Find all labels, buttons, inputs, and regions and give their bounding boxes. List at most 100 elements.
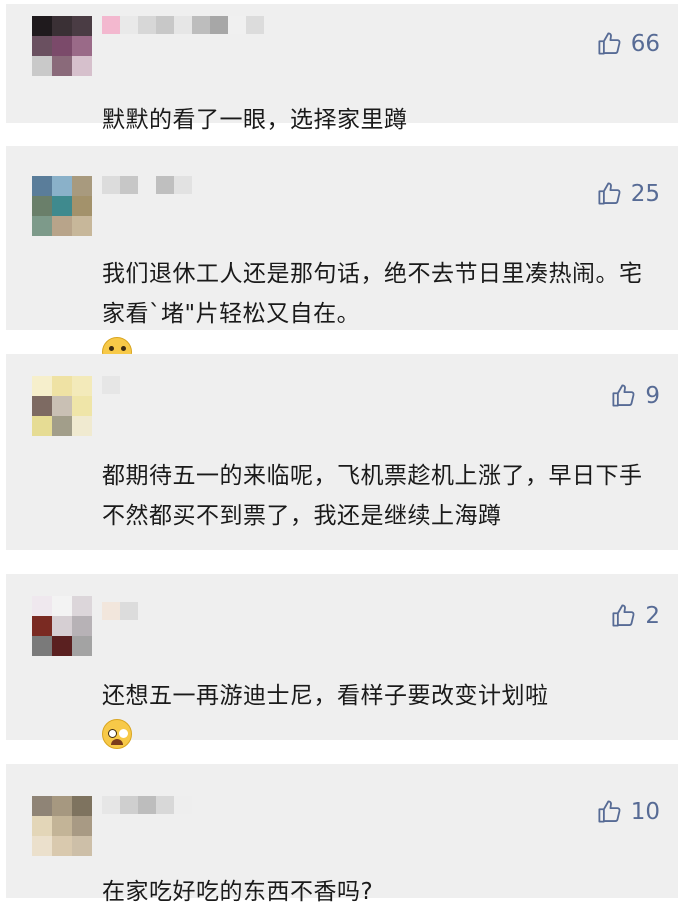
nickname-pixel: [138, 176, 156, 194]
avatar-pixel: [32, 816, 52, 836]
nickname-pixel: [228, 16, 246, 34]
avatar-pixel: [72, 376, 92, 396]
avatar-pixel: [32, 636, 52, 656]
comment-body: 都期待五一的来临呢，飞机票趁机上涨了，早日下手不然都买不到票了，我还是继续上海蹲: [102, 463, 643, 529]
avatar-pixel: [72, 56, 92, 76]
thumbs-up-icon: [612, 604, 635, 627]
avatar-pixel: [32, 836, 52, 856]
comment-text: 还想五一再游迪士尼，看样子要改变计划啦: [102, 636, 654, 756]
avatar-pixel: [52, 396, 72, 416]
comment-body: 在家吃好吃的东西不香吗?: [102, 879, 374, 905]
nickname-pixel: [156, 796, 174, 814]
avatar-pixel: [72, 636, 92, 656]
nickname-pixel: [156, 176, 174, 194]
thumbs-up-icon: [612, 384, 635, 407]
nickname-pixel: [246, 16, 264, 34]
comment-card: 66 默默的看了一眼，选择家里蹲: [6, 4, 678, 133]
avatar-pixel: [32, 416, 52, 436]
avatar-pixel: [72, 176, 92, 196]
like-button[interactable]: 9: [610, 382, 660, 409]
avatar[interactable]: [32, 596, 92, 656]
avatar-pixel: [72, 216, 92, 236]
avatar[interactable]: [32, 16, 92, 76]
nickname[interactable]: [102, 602, 138, 620]
avatar-pixel: [32, 216, 52, 236]
like-button[interactable]: 10: [596, 798, 660, 825]
avatar-pixel: [52, 836, 72, 856]
avatar-pixel: [52, 56, 72, 76]
avatar-pixel: [52, 196, 72, 216]
avatar-pixel: [52, 176, 72, 196]
avatar-pixel: [32, 396, 52, 416]
comment-card: 9 都期待五一的来临呢，飞机票趁机上涨了，早日下手不然都买不到票了，我还是继续上…: [6, 354, 678, 550]
avatar-pixel: [52, 596, 72, 616]
avatar[interactable]: [32, 796, 92, 856]
nickname[interactable]: [102, 176, 192, 194]
nickname-pixel: [102, 16, 120, 34]
avatar-pixel: [72, 616, 92, 636]
nickname-pixel: [102, 602, 120, 620]
nickname-pixel: [174, 176, 192, 194]
like-count: 25: [630, 180, 660, 207]
comment-body: 我们退休工人还是那句话，绝不去节日里凑热闹。宅家看`堵"片轻松又自在。: [102, 261, 643, 327]
comment-text: 都期待五一的来临呢，飞机票趁机上涨了，早日下手不然都买不到票了，我还是继续上海蹲: [102, 416, 654, 536]
avatar-pixel: [32, 196, 52, 216]
thumbs-up-icon: [598, 32, 621, 55]
nickname-pixel: [192, 16, 210, 34]
like-button[interactable]: 66: [596, 30, 660, 57]
avatar-pixel: [32, 16, 52, 36]
nickname-pixel: [120, 602, 138, 620]
avatar-pixel: [32, 36, 52, 56]
nickname-pixel: [174, 796, 192, 814]
avatar[interactable]: [32, 376, 92, 436]
nickname-pixel: [102, 376, 120, 394]
comment-card: 25 我们退休工人还是那句话，绝不去节日里凑热闹。宅家看`堵"片轻松又自在。: [6, 146, 678, 367]
nickname-pixel: [174, 16, 192, 34]
avatar-pixel: [72, 16, 92, 36]
nickname-pixel: [138, 16, 156, 34]
comment-text: 在家吃好吃的东西不香吗?: [102, 832, 654, 912]
avatar-pixel: [52, 16, 72, 36]
like-button[interactable]: 25: [596, 180, 660, 207]
comment-text: 默默的看了一眼，选择家里蹲: [102, 60, 654, 140]
comment-card: 2 还想五一再游迪士尼，看样子要改变计划啦: [6, 574, 678, 749]
nickname-pixel: [156, 16, 174, 34]
like-count: 66: [630, 30, 660, 57]
avatar-pixel: [72, 596, 92, 616]
nickname-pixel: [102, 796, 120, 814]
avatar-pixel: [52, 416, 72, 436]
nickname-pixel: [120, 176, 138, 194]
avatar-pixel: [52, 796, 72, 816]
thumbs-up-icon: [598, 182, 621, 205]
avatar-pixel: [32, 56, 52, 76]
nickname[interactable]: [102, 376, 120, 394]
avatar-pixel: [52, 216, 72, 236]
avatar-pixel: [72, 36, 92, 56]
avatar-pixel: [72, 816, 92, 836]
nickname-pixel: [120, 16, 138, 34]
avatar-pixel: [72, 796, 92, 816]
comment-text: 我们退休工人还是那句话，绝不去节日里凑热闹。宅家看`堵"片轻松又自在。: [102, 214, 654, 374]
avatar-pixel: [32, 176, 52, 196]
like-count: 10: [630, 798, 660, 825]
avatar-pixel: [32, 796, 52, 816]
avatar-pixel: [72, 836, 92, 856]
nickname[interactable]: [102, 796, 192, 814]
avatar-pixel: [52, 636, 72, 656]
nickname-pixel: [102, 176, 120, 194]
avatar-pixel: [52, 376, 72, 396]
avatar-pixel: [72, 196, 92, 216]
comment-body: 还想五一再游迪士尼，看样子要改变计划啦: [102, 683, 549, 709]
avatar-pixel: [52, 36, 72, 56]
crying-emoji-icon: [102, 719, 132, 749]
nickname[interactable]: [102, 16, 264, 34]
avatar-pixel: [72, 396, 92, 416]
like-count: 9: [645, 382, 660, 409]
like-count: 2: [645, 602, 660, 629]
nickname-pixel: [138, 796, 156, 814]
avatar-pixel: [32, 596, 52, 616]
comment-card: 10 在家吃好吃的东西不香吗?: [6, 764, 678, 905]
thumbs-up-icon: [598, 800, 621, 823]
avatar[interactable]: [32, 176, 92, 236]
like-button[interactable]: 2: [610, 602, 660, 629]
